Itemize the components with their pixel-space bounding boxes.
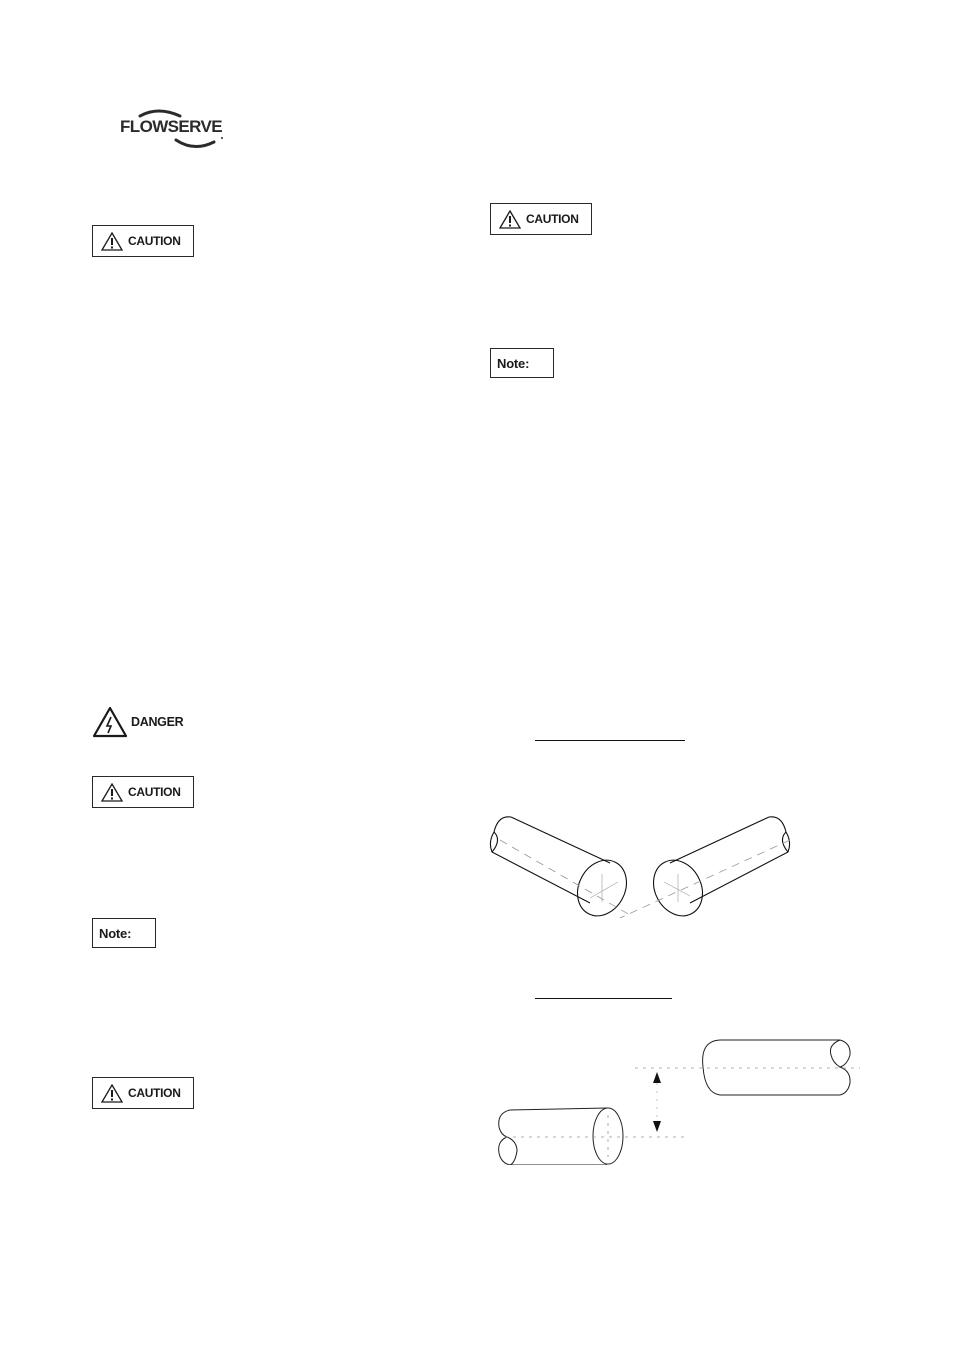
dimension-arrow-down-icon (653, 1121, 661, 1132)
parallel-misalignment-diagram (498, 1039, 860, 1165)
caution-label: CAUTION (128, 785, 181, 799)
note-label: Note: (99, 925, 132, 941)
caution-notice-2: CAUTION (92, 776, 194, 808)
note-notice-2: Note: (490, 348, 554, 378)
warning-triangle-icon (499, 209, 521, 229)
caution-label: CAUTION (128, 234, 181, 248)
caution-notice-4: CAUTION (490, 203, 592, 235)
warning-triangle-icon (101, 1083, 123, 1103)
figure-2-caption-rule (535, 998, 672, 999)
warning-triangle-icon (101, 782, 123, 802)
flowserve-logo: FLOWSERVE (118, 108, 230, 154)
warning-triangle-icon (101, 231, 123, 251)
figure-1-caption-rule (535, 740, 685, 741)
note-notice-1: Note: (92, 918, 156, 948)
angular-misalignment-diagram (489, 816, 791, 919)
dimension-arrow-up-icon (653, 1072, 661, 1083)
danger-notice: DANGER (92, 706, 184, 738)
electrical-hazard-icon (92, 706, 128, 738)
logo-text: FLOWSERVE (120, 117, 223, 136)
caution-label: CAUTION (526, 212, 579, 226)
caution-notice-3: CAUTION (92, 1077, 194, 1109)
caution-label: CAUTION (128, 1086, 181, 1100)
danger-label: DANGER (131, 715, 184, 729)
caution-notice-1: CAUTION (92, 225, 194, 257)
note-label: Note: (497, 355, 530, 371)
